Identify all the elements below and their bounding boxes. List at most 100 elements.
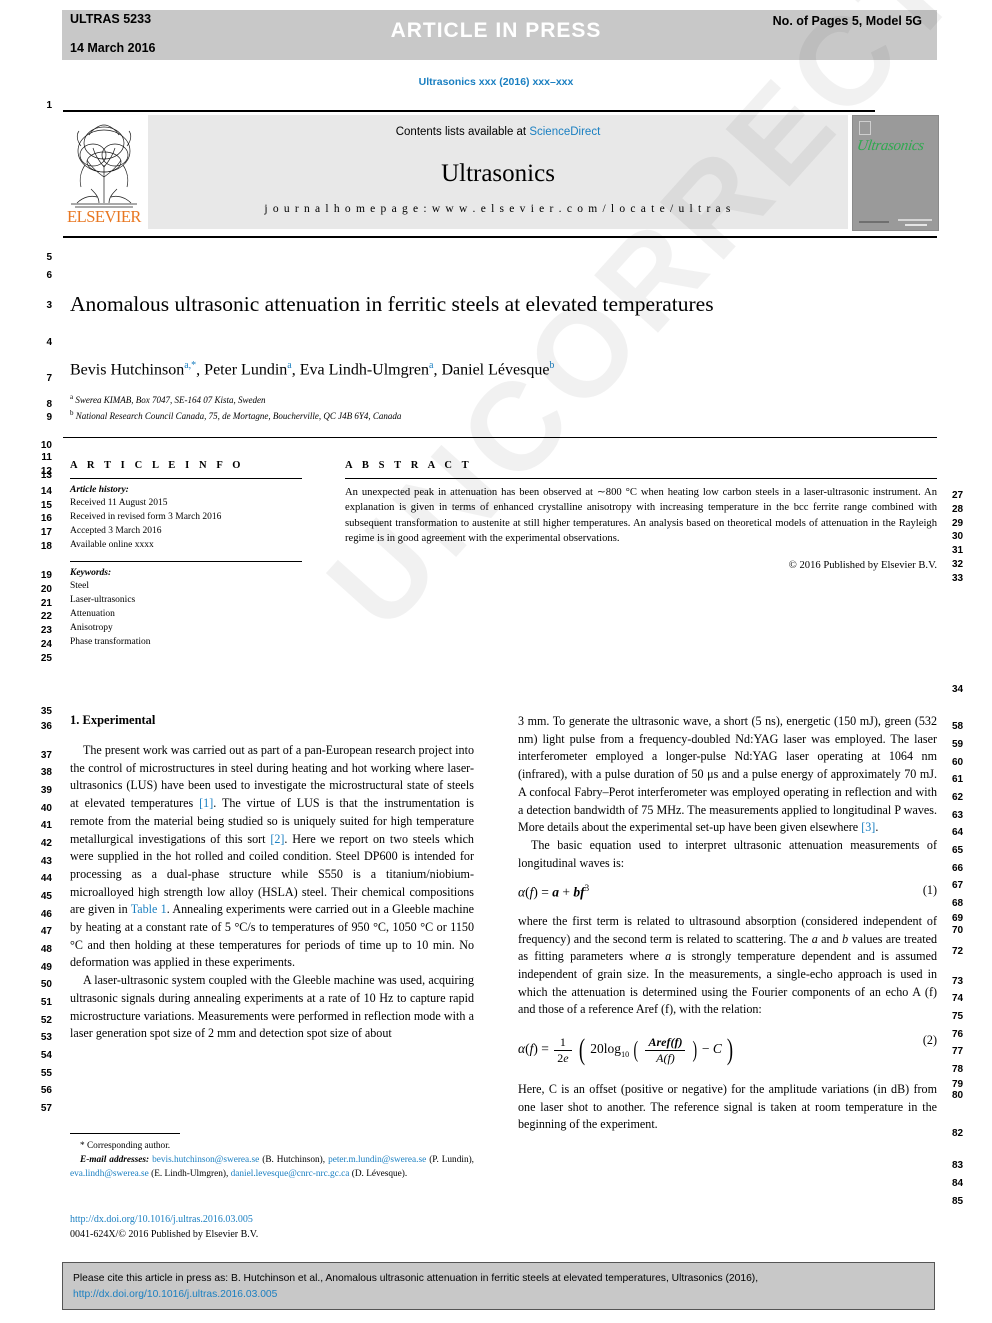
paragraph-fitting-params: where the first term is related to ultra… <box>518 913 938 1017</box>
abstract-text: An unexpected peak in attenuation has be… <box>345 487 937 545</box>
line-number: 19 <box>40 570 52 581</box>
rp1-part-a: 3 mm. To generate the ultrasonic wave, a… <box>518 714 937 835</box>
line-number: 83 <box>952 1160 964 1171</box>
line-number: 15 <box>40 500 52 511</box>
line-number: 62 <box>952 792 964 803</box>
line-number: 38 <box>40 767 52 778</box>
line-number: 80 <box>952 1090 964 1101</box>
keyword-item: Anisotropy <box>70 623 113 634</box>
line-number: 46 <box>40 909 52 920</box>
journal-reference-line: Ultrasonics xxx (2016) xxx–xxx <box>418 76 574 88</box>
line-number: 20 <box>40 584 52 595</box>
cover-footline-1 <box>859 221 889 223</box>
sciencedirect-link[interactable]: ScienceDirect <box>529 126 600 138</box>
keywords-label: Keywords: <box>70 568 112 579</box>
pages-model-label: No. of Pages 5, Model 5G <box>772 14 922 28</box>
keyword-item: Steel <box>70 581 89 592</box>
equation-1: α(f) = a + bf3 (1) <box>518 883 937 901</box>
body-left-column: 1. Experimental The present work was car… <box>70 713 474 1043</box>
history-item: Received in revised form 3 March 2016 <box>70 512 222 523</box>
line-number: 16 <box>40 513 52 524</box>
article-info-heading: A R T I C L E I N F O <box>70 460 245 471</box>
line-number: 45 <box>40 891 52 902</box>
line-number: 7 <box>46 373 52 384</box>
ref-link-2[interactable]: [2] <box>270 832 284 846</box>
line-number: 32 <box>952 559 964 570</box>
line-number: 47 <box>40 926 52 937</box>
equation-1-number: (1) <box>922 883 937 898</box>
article-info-column: A R T I C L E I N F O Article history: R… <box>70 460 302 649</box>
email-link[interactable]: peter.m.lundin@swerea.se <box>328 1155 426 1165</box>
ref-link-1[interactable]: [1] <box>199 796 213 810</box>
line-number: 66 <box>952 863 964 874</box>
line-number: 3 <box>46 300 52 311</box>
article-history-label: Article history: <box>70 485 129 495</box>
line-number: 11 <box>41 452 52 463</box>
title-bottom-rule <box>63 437 937 438</box>
citation-doi-link[interactable]: http://dx.doi.org/10.1016/j.ultras.2016.… <box>73 1289 277 1300</box>
line-number: 55 <box>40 1068 52 1079</box>
rp1-part-b: . <box>875 820 879 835</box>
contents-prefix: Contents lists available at <box>395 126 530 138</box>
elsevier-logo: ELSEVIER <box>63 115 145 229</box>
doi-link[interactable]: http://dx.doi.org/10.1016/j.ultras.2016.… <box>70 1213 490 1228</box>
line-number: 61 <box>952 774 964 785</box>
line-number: 18 <box>40 541 52 552</box>
line-number: 72 <box>952 946 964 957</box>
email-link[interactable]: eva.lindh@swerea.se <box>70 1169 149 1179</box>
line-number: 28 <box>952 504 964 515</box>
line-number: 73 <box>952 976 964 987</box>
affiliation-a: a Swerea KIMAB, Box 7047, SE-164 07 Kist… <box>70 393 266 405</box>
email-link[interactable]: daniel.levesque@cnrc-nrc.gc.ca <box>231 1169 350 1179</box>
banner-date: 14 March 2016 <box>70 40 156 55</box>
abstract-column: A B S T R A C T An unexpected peak in at… <box>345 460 937 571</box>
journal-homepage-line[interactable]: j o u r n a l h o m e p a g e : w w w . … <box>148 203 848 215</box>
line-number: 14 <box>40 486 52 497</box>
line-number: 25 <box>40 653 52 664</box>
line-number: 10 <box>40 440 52 451</box>
line-number: 63 <box>952 810 964 821</box>
line-number: 53 <box>40 1032 52 1043</box>
corresponding-author-note: * Corresponding author. <box>80 1141 171 1151</box>
affiliation-a-text: Swerea KIMAB, Box 7047, SE-164 07 Kista,… <box>75 395 266 405</box>
line-number: 58 <box>952 721 964 732</box>
line-number: 84 <box>952 1178 964 1189</box>
paragraph-laser-setup: 3 mm. To generate the ultrasonic wave, a… <box>518 713 937 837</box>
contents-available-line: Contents lists available at ScienceDirec… <box>148 126 848 138</box>
equation-2-number: (2) <box>922 1033 937 1048</box>
affiliation-b: b National Research Council Canada, 75, … <box>70 408 402 421</box>
paragraph-basic-equation: The basic equation used to interpret ult… <box>518 837 937 870</box>
line-number: 48 <box>40 944 52 955</box>
abstract-rule <box>345 478 937 479</box>
line-number: 4 <box>46 337 52 348</box>
line-number: 57 <box>40 1103 52 1114</box>
line-number: 9 <box>46 412 52 423</box>
table-1-link[interactable]: Table 1 <box>131 902 167 916</box>
email-link[interactable]: bevis.hutchinson@swerea.se <box>152 1155 259 1165</box>
affiliations: a Swerea KIMAB, Box 7047, SE-164 07 Kist… <box>70 392 770 424</box>
keywords-rule <box>70 561 302 563</box>
article-title: Anomalous ultrasonic attenuation in ferr… <box>70 292 714 316</box>
history-item: Available online xxxx <box>70 540 154 551</box>
history-item: Accepted 3 March 2016 <box>70 526 162 537</box>
footnote-block: * Corresponding author. E-mail addresses… <box>70 1133 474 1182</box>
section-heading-experimental: 1. Experimental <box>70 713 156 727</box>
history-item: Received 11 August 2015 <box>70 498 168 508</box>
line-number: 70 <box>952 925 964 936</box>
citation-box: Please cite this article in press as: B.… <box>62 1262 935 1310</box>
elsevier-wordmark: ELSEVIER <box>67 207 141 226</box>
line-number: 56 <box>40 1085 52 1096</box>
line-number: 34 <box>952 684 964 695</box>
email-addresses-note: E-mail addresses: bevis.hutchinson@swere… <box>70 1154 474 1182</box>
line-number: 5 <box>46 252 52 263</box>
line-number: 30 <box>952 531 964 542</box>
line-number: 42 <box>40 838 52 849</box>
line-number: 69 <box>952 913 964 924</box>
line-number: 52 <box>40 1015 52 1026</box>
line-number: 74 <box>952 993 964 1004</box>
cover-footline-2 <box>898 219 932 221</box>
rp3-b: and <box>817 931 843 946</box>
line-number: 43 <box>40 856 52 867</box>
ref-link-3[interactable]: [3] <box>861 820 875 834</box>
email-who: (P. Lundin), <box>426 1154 475 1165</box>
